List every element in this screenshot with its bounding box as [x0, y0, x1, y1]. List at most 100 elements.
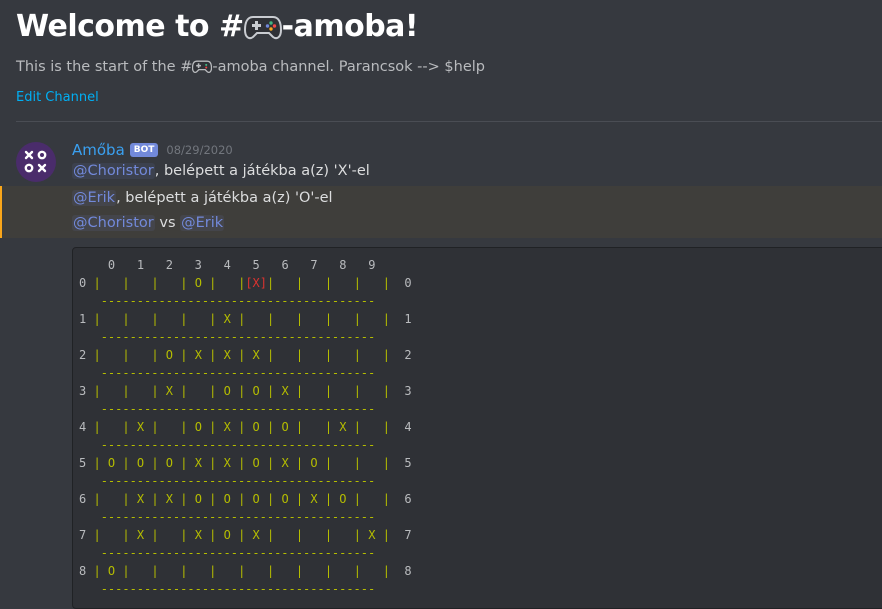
- cell-separator: |: [122, 492, 130, 506]
- board-cell: [101, 312, 123, 326]
- cell-separator: |: [122, 276, 130, 290]
- board-separator-line: --------------------------------------: [79, 580, 412, 598]
- board-row: 5 | O | O | O | X | X | O | X | O | | | …: [79, 454, 412, 472]
- cell-separator: |: [382, 528, 390, 542]
- board-cell: X: [216, 456, 239, 470]
- cell-separator: |: [353, 420, 361, 434]
- username[interactable]: Amőba: [72, 141, 125, 159]
- column-label: 8: [332, 258, 354, 272]
- board-cell: [X]: [245, 276, 267, 290]
- cell-separator: |: [151, 456, 159, 470]
- board-cell: [303, 420, 325, 434]
- board-cell: X: [129, 528, 152, 542]
- board-cell: [216, 564, 238, 578]
- board-row: 1 | | | | | X | | | | | | 1: [79, 310, 412, 328]
- cell-separator: |: [93, 564, 101, 578]
- board-cell: [274, 276, 296, 290]
- row-label: 5: [404, 456, 412, 470]
- edit-channel-link[interactable]: Edit Channel: [16, 90, 99, 105]
- board-separator-line: --------------------------------------: [79, 364, 412, 382]
- board-cell: O: [187, 492, 210, 506]
- board-cell: X: [187, 456, 210, 470]
- bot-tag: BOT: [129, 143, 159, 157]
- board-cell: [332, 456, 354, 470]
- board-cell: [130, 312, 152, 326]
- column-label: 0: [100, 258, 123, 272]
- board-cell: O: [129, 456, 152, 470]
- column-label: 3: [187, 258, 210, 272]
- board-cell: X: [245, 528, 267, 542]
- board-cell: [130, 348, 152, 362]
- cell-separator: |: [324, 456, 333, 470]
- column-label: 4: [216, 258, 239, 272]
- board-cell: X: [129, 420, 152, 434]
- board-cell: O: [216, 492, 239, 506]
- message-line: @Choristor, belépett a játékba a(z) 'X'-…: [72, 163, 370, 179]
- cell-separator: |: [324, 348, 333, 362]
- cell-separator: |: [122, 384, 130, 398]
- user-mention[interactable]: @Erik: [180, 215, 225, 231]
- board-cell: [303, 528, 325, 542]
- board-cell: [274, 348, 296, 362]
- cell-separator: |: [382, 420, 390, 434]
- board-cell: O: [100, 564, 123, 578]
- channel-intro: This is the start of the # -amoba channel…: [16, 57, 485, 77]
- cell-separator: |: [324, 528, 333, 542]
- cell-separator: |: [382, 492, 390, 506]
- board-cell: O: [187, 420, 210, 434]
- row-label: 4: [404, 420, 412, 434]
- separator-line: --------------------------------------: [100, 546, 376, 560]
- user-mention[interactable]: @Choristor: [72, 163, 155, 179]
- board-cell: O: [100, 456, 123, 470]
- board-cell: [332, 348, 354, 362]
- board-cell: [245, 564, 267, 578]
- board-cell: [332, 312, 354, 326]
- board-cell: [303, 276, 325, 290]
- cell-separator: |: [353, 348, 361, 362]
- title-prefix: Welcome to #: [16, 9, 244, 44]
- board-separator-line: --------------------------------------: [79, 328, 412, 346]
- gamepad-icon: [243, 16, 282, 40]
- row-label: 0: [404, 276, 412, 290]
- message-line: @Erik, belépett a játékba a(z) 'O'-el: [72, 190, 333, 206]
- cell-separator: |: [324, 492, 333, 506]
- column-label: 7: [303, 258, 325, 272]
- board-cell: [101, 420, 123, 434]
- cell-separator: |: [324, 420, 333, 434]
- separator-line: --------------------------------------: [100, 402, 376, 416]
- amoba-avatar-icon: [24, 150, 47, 173]
- board-cell: O: [245, 420, 267, 434]
- board-separator-line: --------------------------------------: [79, 472, 412, 490]
- board-row: 0 | | | | O | |[X]| | | | | 0: [79, 274, 412, 292]
- user-mention[interactable]: @Erik: [72, 190, 117, 206]
- cell-separator: |: [382, 348, 390, 362]
- board-cell: [361, 384, 383, 398]
- board-cell: [245, 312, 267, 326]
- separator-line: --------------------------------------: [100, 294, 376, 308]
- cell-separator: |: [353, 456, 361, 470]
- board-cell: [274, 312, 296, 326]
- separator-line: --------------------------------------: [100, 510, 376, 524]
- board-cell: O: [245, 492, 267, 506]
- message-header: Amőba BOT 08/29/2020: [72, 141, 233, 159]
- cell-separator: |: [382, 456, 390, 470]
- board-cell: X: [216, 348, 239, 362]
- board-cell: [216, 276, 238, 290]
- cell-separator: |: [93, 492, 101, 506]
- board-cell: X: [216, 312, 239, 326]
- board-cell: O: [158, 348, 181, 362]
- channel-welcome-title: Welcome to # -amoba!: [16, 6, 485, 48]
- user-mention[interactable]: @Choristor: [72, 215, 155, 231]
- cell-separator: |: [122, 420, 130, 434]
- board-cell: [274, 528, 296, 542]
- board-cell: [361, 456, 383, 470]
- cell-separator: |: [93, 528, 101, 542]
- board-column-header: 0 1 2 3 4 5 6 7 8 9: [79, 256, 412, 274]
- avatar[interactable]: [16, 142, 56, 182]
